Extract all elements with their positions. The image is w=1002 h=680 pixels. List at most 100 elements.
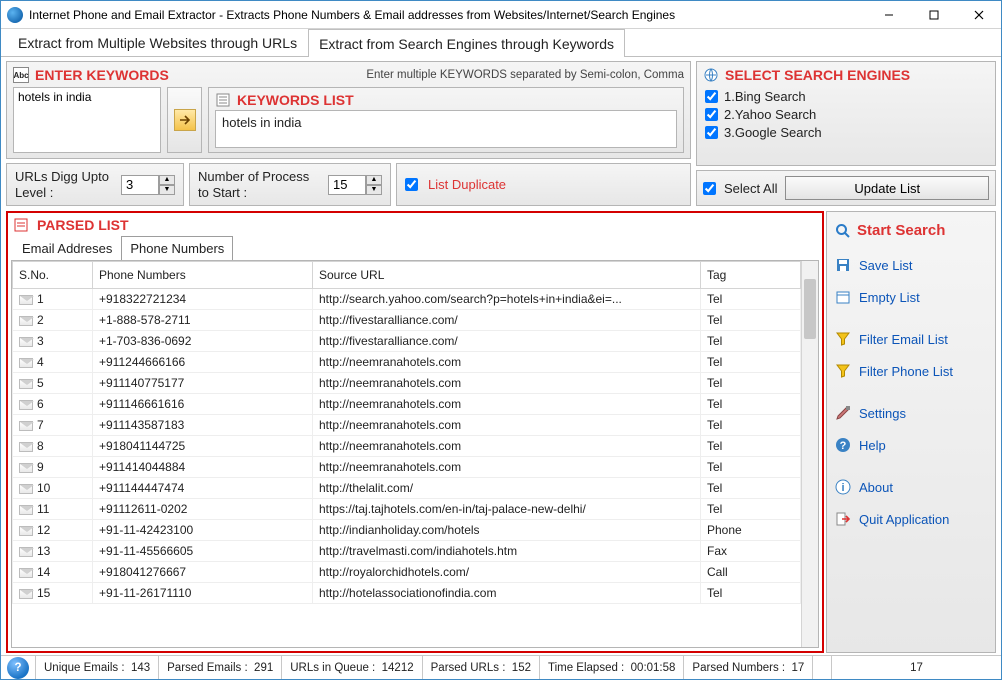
table-row[interactable]: 14+918041276667http://royalorchidhotels.… [13, 562, 801, 583]
process-count-panel: Number of Process to Start : ▲▼ [189, 163, 391, 206]
digg-up-button[interactable]: ▲ [159, 175, 175, 185]
table-row[interactable]: 7+911143587183http://neemranahotels.comT… [13, 415, 801, 436]
tab-extract-urls[interactable]: Extract from Multiple Websites through U… [7, 28, 308, 56]
list-duplicate-checkbox[interactable] [405, 178, 418, 191]
settings-button[interactable]: Settings [835, 399, 987, 427]
cell-url: http://thelalit.com/ [313, 478, 701, 499]
tab-phone-numbers[interactable]: Phone Numbers [121, 236, 233, 260]
cell-tag: Fax [701, 541, 801, 562]
start-search-label: Start Search [857, 222, 945, 239]
col-phone[interactable]: Phone Numbers [93, 262, 313, 289]
engine-item-google[interactable]: 3.Google Search [705, 125, 987, 140]
search-icon [835, 223, 851, 239]
tab-email-addresses[interactable]: Email Addreses [13, 236, 121, 260]
quit-button[interactable]: Quit Application [835, 505, 987, 533]
svg-text:?: ? [840, 440, 847, 452]
cell-url: http://neemranahotels.com [313, 352, 701, 373]
table-row[interactable]: 1+918322721234http://search.yahoo.com/se… [13, 289, 801, 310]
cell-sno: 5 [13, 373, 93, 394]
keyword-item[interactable]: hotels in india [222, 115, 670, 130]
mail-icon [19, 421, 33, 431]
select-all-engines-label: Select All [724, 181, 777, 196]
col-tag[interactable]: Tag [701, 262, 801, 289]
vertical-scrollbar[interactable] [801, 261, 818, 647]
parsed-list-panel: PARSED LIST Email Addreses Phone Numbers… [6, 211, 824, 653]
table-row[interactable]: 10+911144447474http://thelalit.com/Tel [13, 478, 801, 499]
digg-level-spinner[interactable]: ▲▼ [121, 175, 175, 195]
process-count-spinner[interactable]: ▲▼ [328, 175, 382, 195]
proc-up-button[interactable]: ▲ [366, 175, 382, 185]
process-count-label: Number of Process to Start : [198, 169, 318, 200]
filter-email-label: Filter Email List [859, 332, 948, 347]
cell-sno: 14 [13, 562, 93, 583]
status-parsed-numbers: Parsed Numbers : 17 [683, 656, 812, 679]
engines-icon [703, 67, 719, 83]
engines-bottom-panel: Select All Update List [696, 170, 996, 206]
cell-sno: 2 [13, 310, 93, 331]
table-row[interactable]: 15+91-11-26171110http://hotelassociation… [13, 583, 801, 604]
funnel-email-icon [835, 331, 851, 347]
table-row[interactable]: 9+911414044884http://neemranahotels.comT… [13, 457, 801, 478]
cell-phone: +1-703-836-0692 [93, 331, 313, 352]
engine-google-checkbox[interactable] [705, 126, 718, 139]
empty-list-button[interactable]: Empty List [835, 283, 987, 311]
select-all-engines-checkbox[interactable] [703, 182, 716, 195]
grid-scroll[interactable]: S.No. Phone Numbers Source URL Tag 1+918… [12, 261, 801, 647]
funnel-phone-icon [835, 363, 851, 379]
scrollbar-thumb[interactable] [804, 279, 816, 339]
tab-extract-keywords[interactable]: Extract from Search Engines through Keyw… [308, 29, 625, 57]
cell-url: http://travelmasti.com/indiahotels.htm [313, 541, 701, 562]
results-grid: S.No. Phone Numbers Source URL Tag 1+918… [11, 260, 819, 648]
cell-sno: 8 [13, 436, 93, 457]
table-row[interactable]: 4+911244666166http://neemranahotels.comT… [13, 352, 801, 373]
minimize-button[interactable] [866, 1, 911, 29]
table-row[interactable]: 12+91-11-42423100http://indianholiday.co… [13, 520, 801, 541]
table-row[interactable]: 6+911146661616http://neemranahotels.comT… [13, 394, 801, 415]
update-list-button[interactable]: Update List [785, 176, 989, 200]
status-right-count: 17 [831, 656, 1001, 679]
col-sno[interactable]: S.No. [13, 262, 93, 289]
keywords-column: Abc ENTER KEYWORDS Enter multiple KEYWOR… [6, 61, 691, 206]
engine-yahoo-checkbox[interactable] [705, 108, 718, 121]
table-row[interactable]: 2+1-888-578-2711http://fivestaralliance.… [13, 310, 801, 331]
cell-tag: Tel [701, 289, 801, 310]
engine-yahoo-label: 2.Yahoo Search [724, 107, 816, 122]
cell-tag: Tel [701, 583, 801, 604]
cell-sno: 3 [13, 331, 93, 352]
about-button[interactable]: i About [835, 473, 987, 501]
digg-down-button[interactable]: ▼ [159, 185, 175, 195]
cell-phone: +91-11-45566605 [93, 541, 313, 562]
cell-sno: 6 [13, 394, 93, 415]
filter-phone-button[interactable]: Filter Phone List [835, 357, 987, 385]
help-button[interactable]: ? Help [835, 431, 987, 459]
process-count-input[interactable] [328, 175, 366, 195]
table-row[interactable]: 3+1-703-836-0692http://fivestaralliance.… [13, 331, 801, 352]
text-icon: Abc [13, 67, 29, 83]
col-url[interactable]: Source URL [313, 262, 701, 289]
filter-email-button[interactable]: Filter Email List [835, 325, 987, 353]
engine-item-yahoo[interactable]: 2.Yahoo Search [705, 107, 987, 122]
keywords-list[interactable]: hotels in india [215, 110, 677, 148]
enter-keywords-title: ENTER KEYWORDS [35, 67, 169, 83]
table-row[interactable]: 8+918041144725http://neemranahotels.comT… [13, 436, 801, 457]
table-row[interactable]: 11+91112611-0202https://taj.tajhotels.co… [13, 499, 801, 520]
proc-down-button[interactable]: ▼ [366, 185, 382, 195]
keywords-input[interactable]: hotels in india [14, 88, 160, 152]
engine-bing-checkbox[interactable] [705, 90, 718, 103]
mail-icon [19, 358, 33, 368]
table-row[interactable]: 13+91-11-45566605http://travelmasti.com/… [13, 541, 801, 562]
status-help-icon[interactable]: ? [7, 657, 29, 679]
digg-level-input[interactable] [121, 175, 159, 195]
table-row[interactable]: 5+911140775177http://neemranahotels.comT… [13, 373, 801, 394]
engine-item-bing[interactable]: 1.Bing Search [705, 89, 987, 104]
mail-icon [19, 568, 33, 578]
start-search-button[interactable]: Start Search [835, 220, 987, 247]
quit-label: Quit Application [859, 512, 949, 527]
help-icon: ? [835, 437, 851, 453]
arrow-right-icon [179, 114, 191, 126]
save-list-button[interactable]: Save List [835, 251, 987, 279]
close-button[interactable] [956, 1, 1001, 29]
cell-tag: Tel [701, 394, 801, 415]
add-keyword-button[interactable] [174, 109, 196, 131]
maximize-button[interactable] [911, 1, 956, 29]
